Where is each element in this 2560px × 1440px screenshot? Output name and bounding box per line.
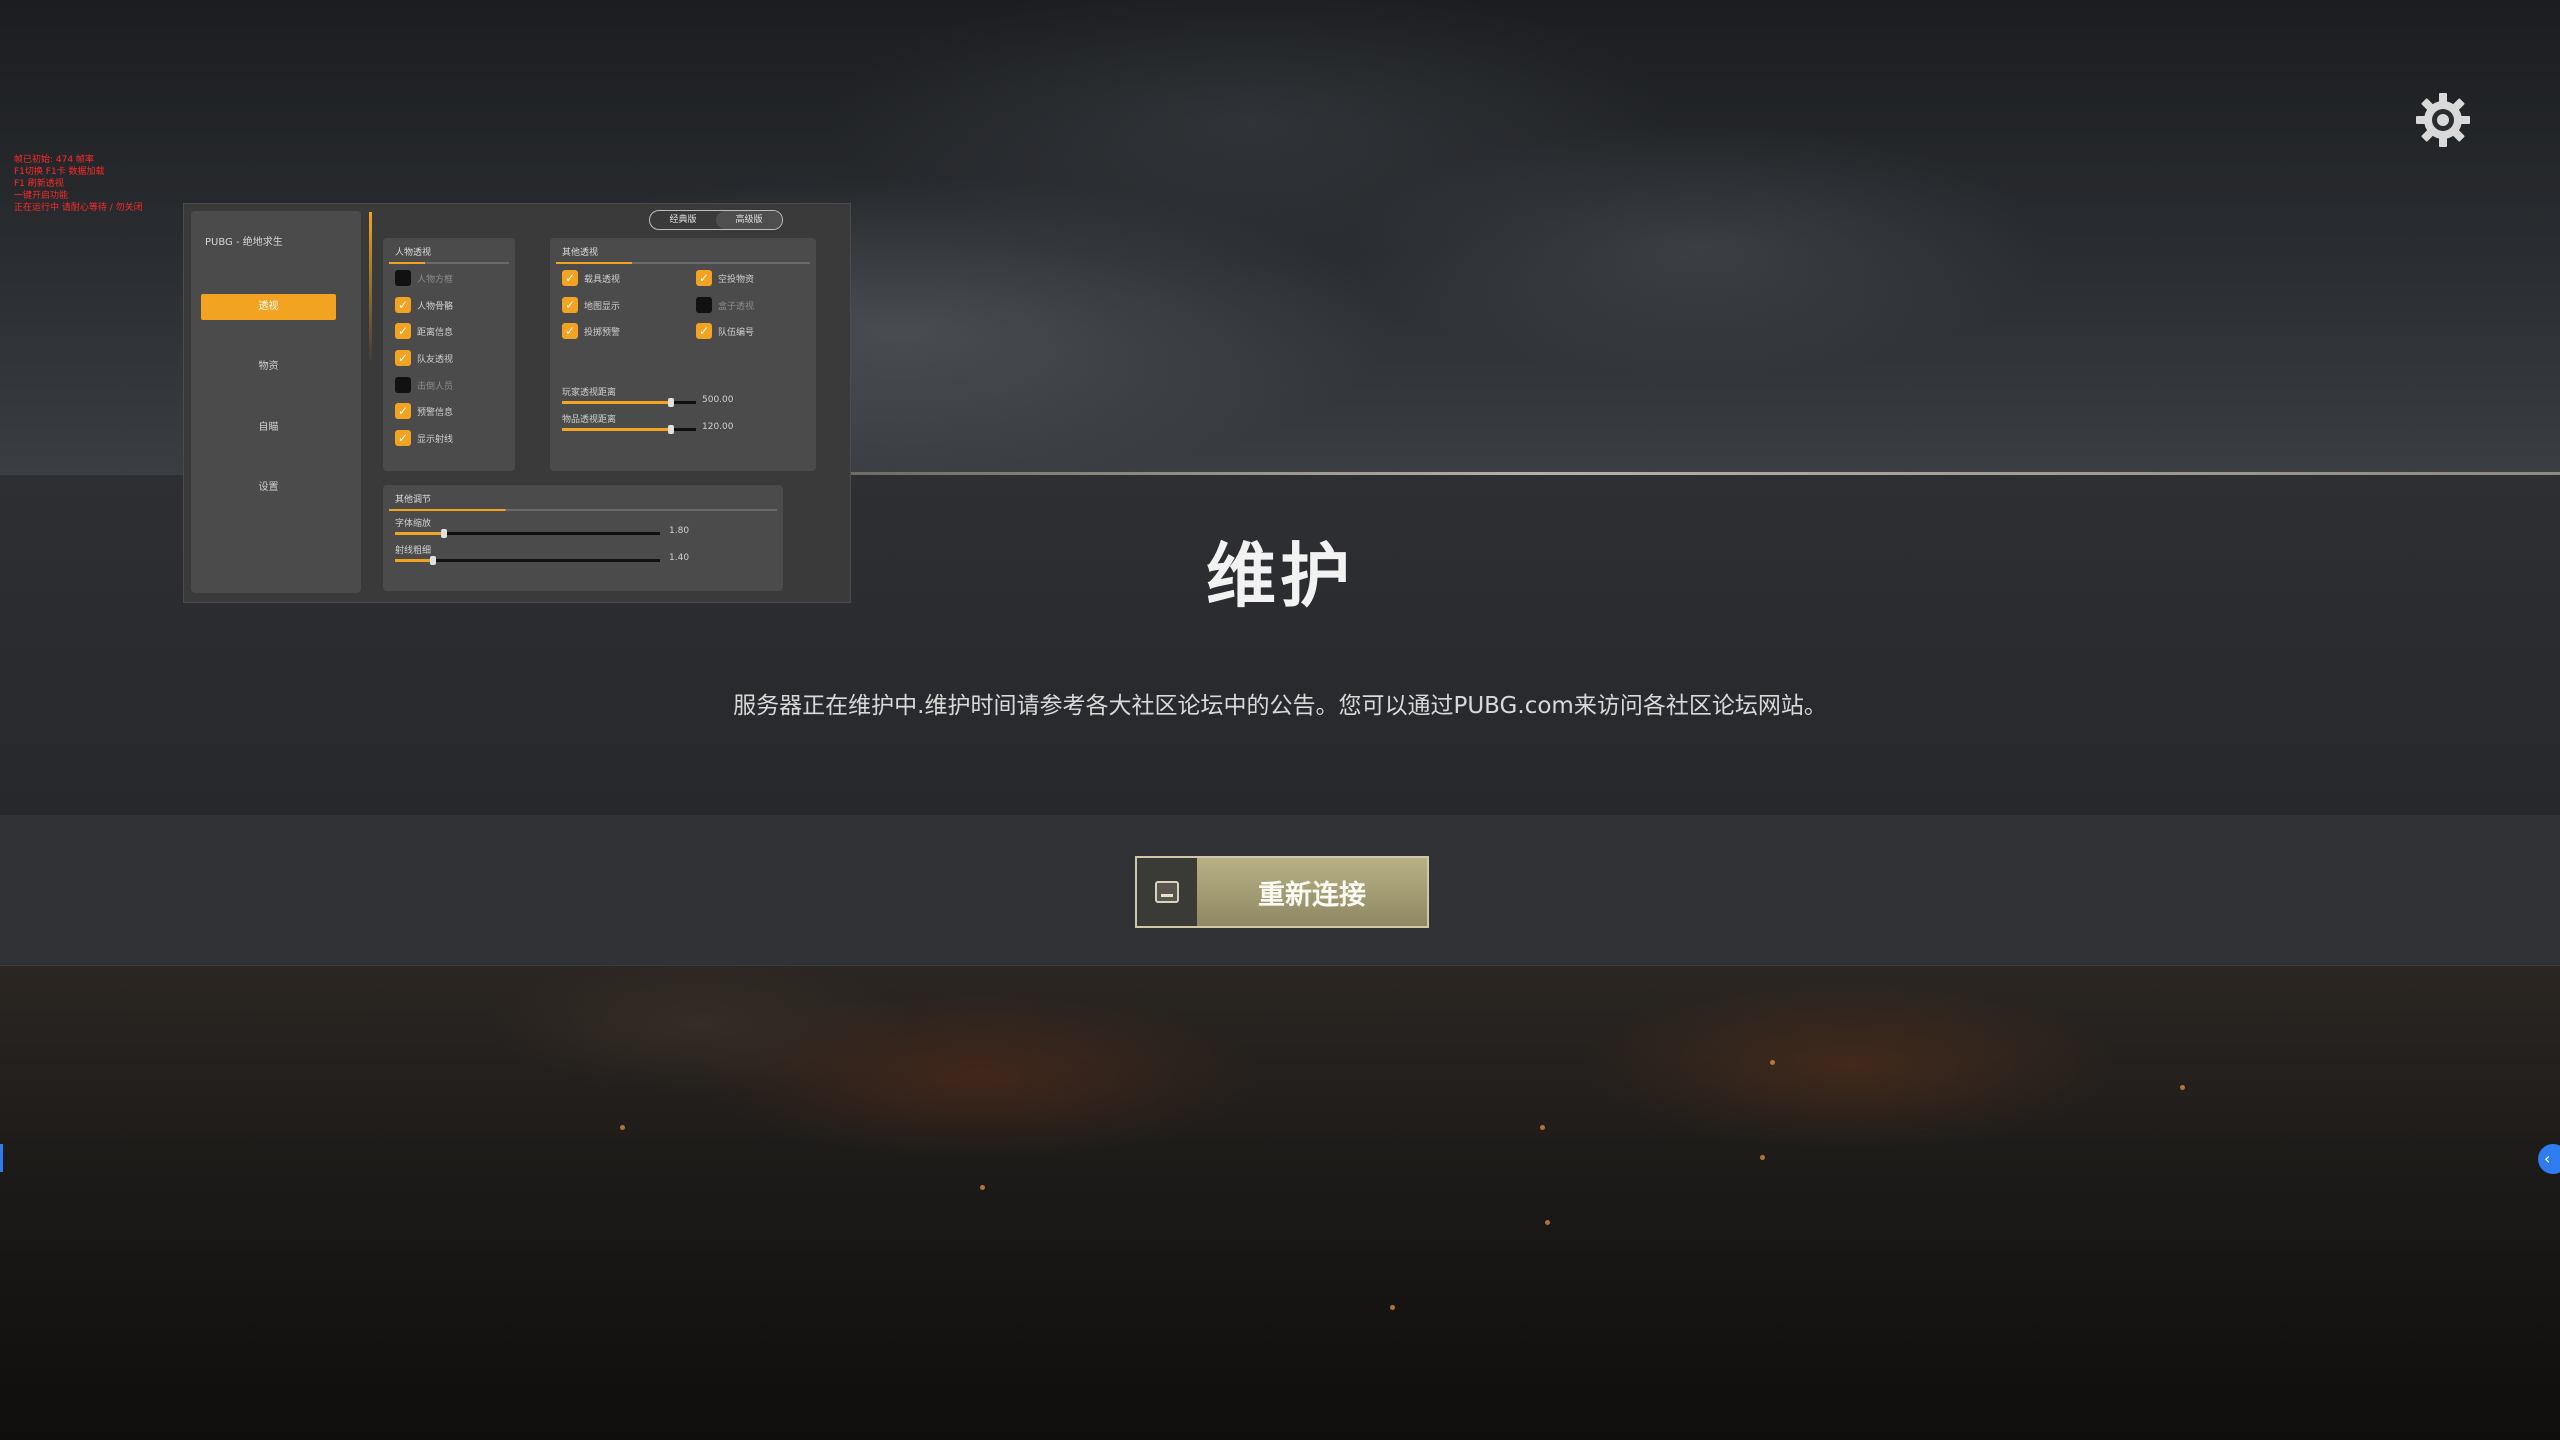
maintenance-message: 服务器正在维护中.维护时间请参考各大社区论坛中的公告。您可以通过PUBG.com…	[733, 693, 1827, 719]
debug-line: 正在运行中 请耐心等待 / 勿关闭	[14, 203, 143, 213]
checkbox-airdrop[interactable]: ✓ 空投物资	[696, 270, 754, 286]
overlay-sidebar: PUBG - 绝地求生 透视 物资 自瞄 设置	[191, 211, 361, 593]
reconnect-label: 重新连接	[1258, 879, 1366, 911]
collapse-chevron-icon[interactable]: ‹	[2538, 1144, 2560, 1174]
checkbox-teammate-esp[interactable]: ✓ 队友透视	[395, 350, 453, 366]
checkbox-vehicle-esp[interactable]: ✓ 载具透视	[562, 270, 620, 286]
checkbox-distance-info[interactable]: ✓ 距离信息	[395, 323, 453, 339]
slider-font-scale[interactable]: 字体缩放 1.80	[395, 516, 775, 540]
overlay-nav-item[interactable]: 物资	[201, 354, 336, 380]
other-esp-group: 其他透视 ✓ 载具透视 ✓ 地图显示 ✓ 投掷预警 ✓ 空投物资 盒子透视 ✓ 队伍编号 …	[550, 238, 816, 471]
left-edge-marker[interactable]	[0, 1144, 3, 1172]
debug-line: F1 刷新透视	[14, 179, 64, 189]
overlay-accent-bar	[369, 212, 372, 592]
debug-line: 帧已初始: 474 帧率	[14, 155, 94, 165]
slider-item-distance[interactable]: 物品透视距离 120.00	[562, 412, 802, 436]
checkbox-throwable-warning[interactable]: ✓ 投掷预警	[562, 323, 620, 339]
group-title: 其他调节	[395, 495, 432, 505]
debug-line: 一键开启功能	[14, 191, 69, 201]
mode-tab-classic[interactable]: 经典版	[650, 211, 716, 229]
slider-line-thickness[interactable]: 射线粗细 1.40	[395, 543, 775, 567]
checkbox-show-lines[interactable]: ✓ 显示射线	[395, 430, 453, 446]
checkbox-person-box[interactable]: 人物方框	[395, 270, 453, 286]
slider-player-distance[interactable]: 玩家透视距离 500.00	[562, 385, 802, 409]
overlay-menu-window: PUBG - 绝地求生 透视 物资 自瞄 设置 经典版 高级版 人物透视 人物方…	[183, 203, 851, 603]
person-esp-group: 人物透视 人物方框 ✓ 人物骨骼 ✓ 距离信息 ✓ 队友透视 击倒人员 ✓ 预警信息 ✓…	[383, 238, 515, 471]
checkbox-team-number[interactable]: ✓ 队伍编号	[696, 323, 754, 339]
group-title: 其他透视	[562, 248, 599, 258]
checkbox-warning-info[interactable]: ✓ 预警信息	[395, 403, 453, 419]
overlay-nav-item[interactable]: 自瞄	[201, 415, 336, 441]
group-title: 人物透视	[395, 248, 432, 258]
checkbox-map-display[interactable]: ✓ 地图显示	[562, 297, 620, 313]
checkbox-deathbox[interactable]: 盒子透视	[696, 297, 754, 313]
battlefield-background	[0, 965, 2560, 1440]
debug-overlay-text: 帧已初始: 474 帧率 F1切换 F1卡 数据加载 F1 刷新透视 一键开启功…	[14, 154, 143, 214]
debug-line: F1切换 F1卡 数据加载	[14, 167, 105, 177]
checkbox-person-skeleton[interactable]: ✓ 人物骨骼	[395, 297, 453, 313]
keyboard-key-icon	[1137, 858, 1197, 926]
other-adjust-group: 其他调节 字体缩放 1.80 射线粗细 1.40	[383, 485, 783, 591]
overlay-nav-item[interactable]: 透视	[201, 294, 336, 320]
reconnect-button[interactable]: 重新连接	[1135, 856, 1429, 928]
overlay-nav-item[interactable]: 设置	[201, 475, 336, 501]
mode-toggle[interactable]: 经典版 高级版	[649, 210, 783, 230]
gear-icon[interactable]	[2415, 92, 2471, 148]
overlay-app-title: PUBG - 绝地求生	[205, 237, 283, 248]
mode-tab-advanced[interactable]: 高级版	[716, 211, 782, 229]
checkbox-knocked[interactable]: 击倒人员	[395, 377, 453, 393]
